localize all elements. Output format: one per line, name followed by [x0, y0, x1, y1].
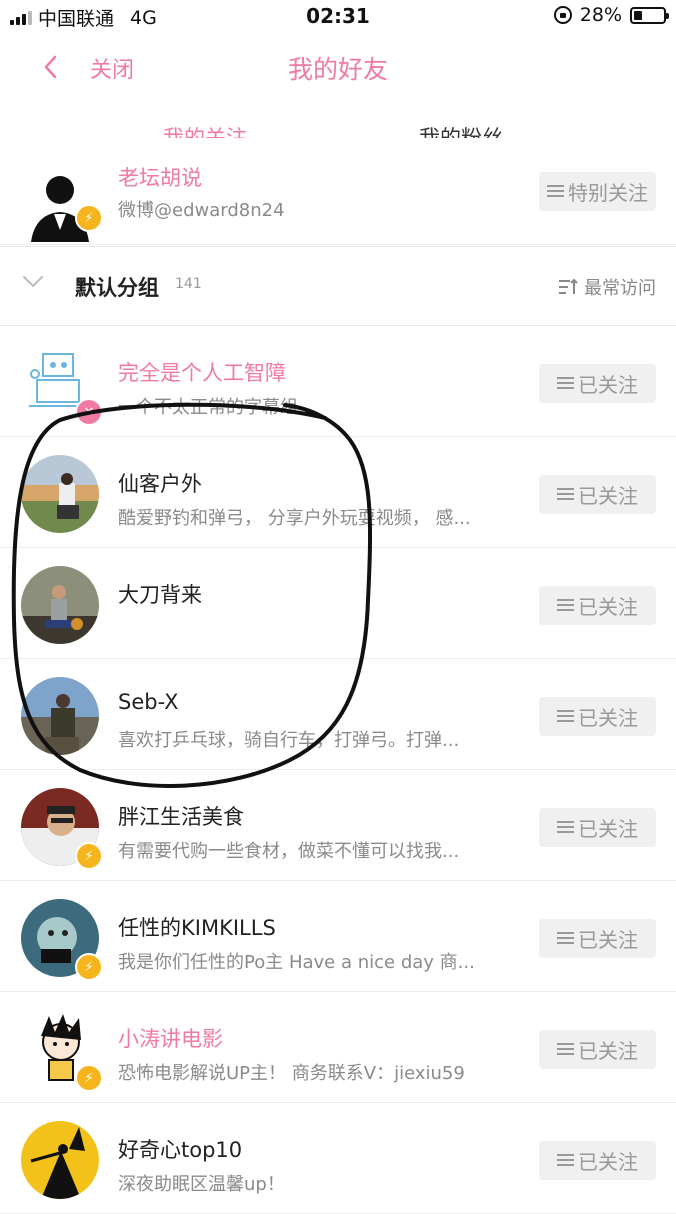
list-item[interactable]: 大刀背来已关注: [0, 548, 676, 659]
sort-icon: [559, 278, 578, 294]
user-name: 好奇心top10: [118, 1138, 243, 1162]
list-item[interactable]: Seb-X 喜欢打乒乓球，骑自行车，打弹弓。打弹... 已关注: [0, 659, 676, 770]
avatar: [21, 1121, 99, 1199]
menu-lines-icon: [557, 932, 574, 945]
follow-button-label: 已关注: [578, 1150, 638, 1174]
user-desc: 我是你们任性的Po主 Have a nice day 商...: [118, 952, 475, 973]
avatar: [21, 677, 99, 755]
followed-button[interactable]: 已关注: [539, 697, 656, 736]
user-desc: 酷爱野钓和弹弓， 分享户外玩耍视频， 感...: [118, 508, 471, 529]
avatar: [21, 566, 99, 644]
menu-lines-icon: [557, 599, 574, 612]
user-desc: 一个不太正常的字幕组: [118, 397, 298, 418]
list-item[interactable]: ⚡ 小涛讲电影恐怖电影解说UP主！ 商务联系V：jiexiu59 已关注: [0, 992, 676, 1103]
menu-lines-icon: [557, 1154, 574, 1167]
special-follow-button[interactable]: 特别关注: [539, 172, 656, 211]
followed-button[interactable]: 已关注: [539, 1141, 656, 1180]
back-chevron-icon[interactable]: [36, 52, 66, 82]
user-name: 老坛胡说: [118, 166, 202, 190]
list-item[interactable]: ⚡ 胖江生活美食有需要代购一些食材，做菜不懂可以找我... 已关注: [0, 770, 676, 881]
menu-lines-icon: [557, 821, 574, 834]
follow-button-label: 已关注: [578, 484, 638, 508]
user-desc: 恐怖电影解说UP主！ 商务联系V：jiexiu59: [118, 1063, 465, 1084]
verified-badge-icon: ⚡: [75, 953, 103, 981]
user-desc: 有需要代购一些食材，做菜不懂可以找我...: [118, 841, 460, 862]
list-item[interactable]: 好奇心top10 深夜助眠区温馨up！ 已关注: [0, 1103, 676, 1214]
follow-button-label: 已关注: [578, 1039, 638, 1063]
menu-lines-icon: [557, 710, 574, 723]
official-badge-icon: ✕: [75, 398, 103, 426]
user-name: 小涛讲电影: [118, 1027, 223, 1051]
list-item[interactable]: 仙客户外酷爱野钓和弹弓， 分享户外玩耍视频， 感... 已关注: [0, 437, 676, 548]
battery-percent: 28%: [579, 4, 622, 26]
status-bar: 中国联通 4G 02:31 28%: [0, 0, 676, 32]
menu-lines-icon: [557, 377, 574, 390]
avatar: [21, 455, 99, 533]
menu-lines-icon: [557, 488, 574, 501]
user-desc: 喜欢打乒乓球，骑自行车，打弹弓。打弹...: [118, 730, 460, 751]
follow-button-label: 已关注: [578, 817, 638, 841]
list-item[interactable]: ⚡ 任性的KIMKILLS 我是你们任性的Po主 Have a nice day 商…: [0, 881, 676, 992]
sort-button[interactable]: 最常访问: [558, 274, 656, 300]
tabs-mask: [0, 104, 676, 166]
user-name: 大刀背来: [118, 583, 202, 607]
followed-button[interactable]: 已关注: [539, 919, 656, 958]
verified-badge-icon: ⚡: [75, 842, 103, 870]
user-desc: 深夜助眠区温馨up！: [118, 1174, 285, 1195]
followed-button[interactable]: 已关注: [539, 586, 656, 625]
verified-badge-icon: ⚡: [75, 204, 103, 232]
verified-badge-icon: ⚡: [75, 1064, 103, 1092]
nav-bar: 关闭 我的好友: [0, 32, 676, 104]
follow-button-label: 已关注: [578, 706, 638, 730]
followed-button[interactable]: 已关注: [539, 1030, 656, 1069]
rotation-lock-icon: [553, 6, 572, 24]
follow-button-label: 已关注: [578, 595, 638, 619]
list-item[interactable]: ✕ 完全是个人工智障 一个不太正常的字幕组 已关注: [0, 326, 676, 437]
group-count: 141: [175, 276, 202, 292]
user-name: 仙客户外: [118, 472, 202, 496]
user-name: 任性的KIMKILLS: [118, 916, 276, 940]
menu-lines-icon: [547, 185, 564, 198]
group-header: 默认分组 141 最常访问: [0, 246, 676, 326]
group-name: 默认分组: [75, 276, 159, 300]
user-name: Seb-X: [118, 690, 179, 714]
status-right: 28%: [553, 4, 669, 26]
followed-button[interactable]: 已关注: [539, 364, 656, 403]
user-desc: 微博@edward8n24: [118, 200, 285, 221]
followed-button[interactable]: 已关注: [539, 475, 656, 514]
followed-button[interactable]: 已关注: [539, 808, 656, 847]
collapse-chevron-icon[interactable]: [22, 275, 44, 289]
close-button[interactable]: 关闭: [90, 52, 134, 84]
sort-label: 最常访问: [584, 278, 656, 299]
user-name: 胖江生活美食: [118, 805, 244, 829]
follow-button-label: 已关注: [578, 373, 638, 397]
user-name: 完全是个人工智障: [118, 361, 286, 385]
battery-icon: [630, 6, 669, 24]
follow-button-label: 已关注: [578, 928, 638, 952]
menu-lines-icon: [557, 1043, 574, 1056]
follow-button-label: 特别关注: [568, 181, 648, 205]
